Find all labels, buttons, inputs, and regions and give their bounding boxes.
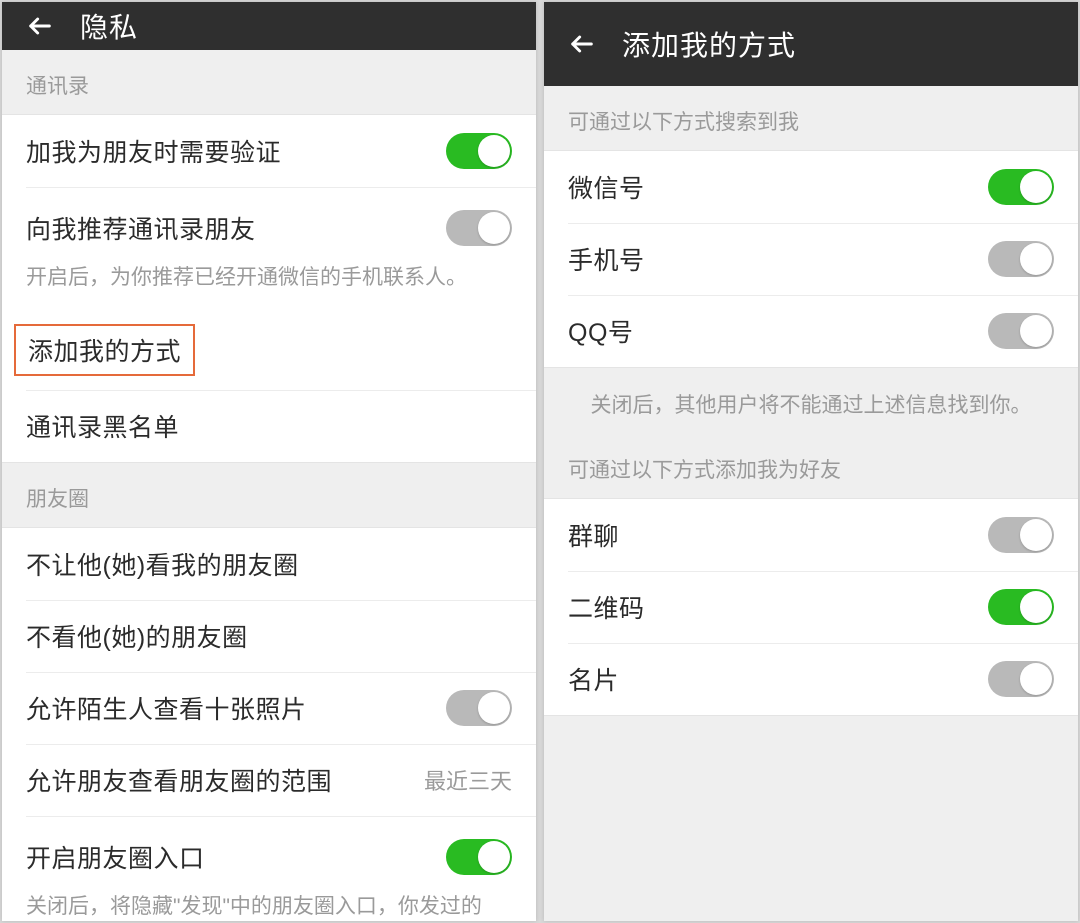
add-methods-panel: 添加我的方式 可通过以下方式搜索到我 微信号 手机号 QQ号 关闭后，其他用户将… <box>544 2 1078 921</box>
moments-group: 不让他(她)看我的朋友圈 不看他(她)的朋友圈 允许陌生人查看十张照片 允许朋友… <box>2 527 536 921</box>
blacklist-label: 通讯录黑名单 <box>26 408 179 444</box>
group-chat-toggle[interactable] <box>988 517 1054 553</box>
hide-my-label: 不让他(她)看我的朋友圈 <box>26 546 299 582</box>
recommend-row[interactable]: 向我推荐通讯录朋友 <box>2 187 536 259</box>
add-friend-group: 群聊 二维码 名片 <box>544 498 1078 716</box>
hide-their-label: 不看他(她)的朋友圈 <box>26 618 248 654</box>
hide-my-row[interactable]: 不让他(她)看我的朋友圈 <box>2 528 536 600</box>
verify-label: 加我为朋友时需要验证 <box>26 133 281 169</box>
wechat-id-label: 微信号 <box>568 169 645 205</box>
card-label: 名片 <box>568 661 619 697</box>
verify-row[interactable]: 加我为朋友时需要验证 <box>2 115 536 187</box>
add-methods-label: 添加我的方式 <box>14 324 195 376</box>
group-chat-label: 群聊 <box>568 517 619 553</box>
qq-row[interactable]: QQ号 <box>544 295 1078 367</box>
search-methods-group: 微信号 手机号 QQ号 <box>544 150 1078 368</box>
privacy-panel: 隐私 通讯录 加我为朋友时需要验证 向我推荐通讯录朋友 开启后，为你推荐已经开通… <box>2 2 536 921</box>
card-row[interactable]: 名片 <box>544 643 1078 715</box>
card-toggle[interactable] <box>988 661 1054 697</box>
hide-their-row[interactable]: 不看他(她)的朋友圈 <box>2 600 536 672</box>
recommend-hint: 开启后，为你推荐已经开通微信的手机联系人。 <box>2 259 536 310</box>
privacy-header: 隐私 <box>2 2 536 50</box>
add-methods-row[interactable]: 添加我的方式 <box>2 310 536 390</box>
search-methods-footer: 关闭后，其他用户将不能通过上述信息找到你。 <box>544 368 1078 444</box>
qq-toggle[interactable] <box>988 313 1054 349</box>
search-methods-header: 可通过以下方式搜索到我 <box>544 86 1078 150</box>
blacklist-row[interactable]: 通讯录黑名单 <box>2 390 536 462</box>
qq-label: QQ号 <box>568 313 633 349</box>
stranger-row[interactable]: 允许陌生人查看十张照片 <box>2 672 536 744</box>
group-chat-row[interactable]: 群聊 <box>544 499 1078 571</box>
qrcode-row[interactable]: 二维码 <box>544 571 1078 643</box>
range-row[interactable]: 允许朋友查看朋友圈的范围 最近三天 <box>2 744 536 816</box>
qrcode-toggle[interactable] <box>988 589 1054 625</box>
stranger-toggle[interactable] <box>446 690 512 726</box>
recommend-toggle[interactable] <box>446 210 512 246</box>
qrcode-label: 二维码 <box>568 589 645 625</box>
phone-toggle[interactable] <box>988 241 1054 277</box>
add-methods-title: 添加我的方式 <box>622 24 796 64</box>
contacts-section-header: 通讯录 <box>2 50 536 114</box>
back-icon[interactable] <box>558 20 606 68</box>
verify-toggle[interactable] <box>446 133 512 169</box>
recommend-label: 向我推荐通讯录朋友 <box>26 210 256 246</box>
stranger-label: 允许陌生人查看十张照片 <box>26 690 307 726</box>
phone-label: 手机号 <box>568 241 645 277</box>
entry-label: 开启朋友圈入口 <box>26 839 205 875</box>
add-methods-header: 添加我的方式 <box>544 2 1078 86</box>
contacts-group: 加我为朋友时需要验证 向我推荐通讯录朋友 开启后，为你推荐已经开通微信的手机联系… <box>2 114 536 463</box>
privacy-title: 隐私 <box>80 6 138 46</box>
back-icon[interactable] <box>16 2 64 50</box>
wechat-id-toggle[interactable] <box>988 169 1054 205</box>
range-value: 最近三天 <box>424 764 512 796</box>
entry-hint: 关闭后，将隐藏"发现"中的朋友圈入口，你发过的 <box>2 888 536 921</box>
entry-toggle[interactable] <box>446 839 512 875</box>
wechat-id-row[interactable]: 微信号 <box>544 151 1078 223</box>
phone-row[interactable]: 手机号 <box>544 223 1078 295</box>
range-label: 允许朋友查看朋友圈的范围 <box>26 762 332 798</box>
moments-section-header: 朋友圈 <box>2 463 536 527</box>
right-panel-filler <box>544 716 1078 922</box>
add-friend-header: 可通过以下方式添加我为好友 <box>544 444 1078 498</box>
entry-row[interactable]: 开启朋友圈入口 <box>2 816 536 888</box>
